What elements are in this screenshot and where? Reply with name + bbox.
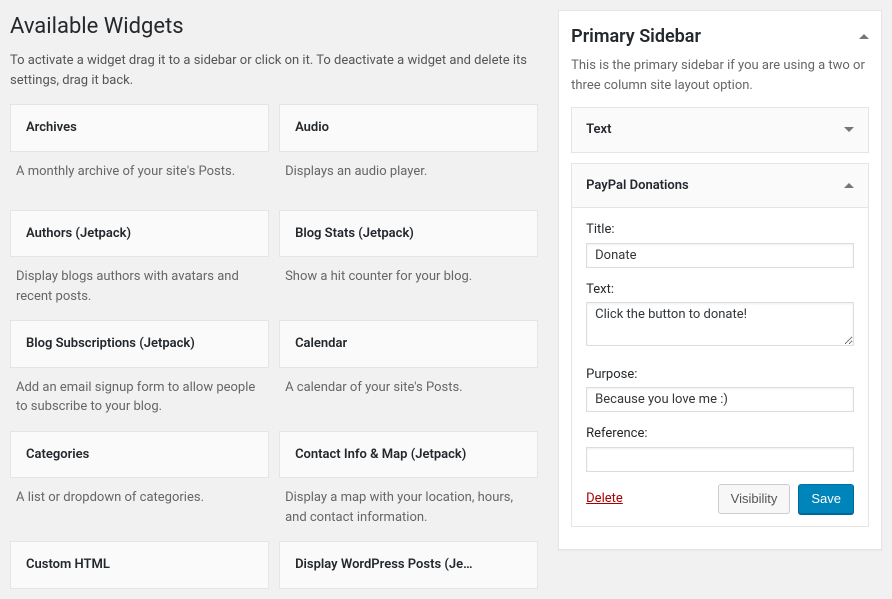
- widget-contact-info-map-jetpack[interactable]: Contact Info & Map (Jetpack): [279, 431, 538, 479]
- visibility-button[interactable]: Visibility: [718, 484, 791, 514]
- title-label: Title:: [586, 220, 854, 240]
- sidebar-widget-text-label: Text: [586, 120, 611, 140]
- widget-desc: A calendar of your site's Posts.: [279, 368, 538, 426]
- save-button[interactable]: Save: [798, 484, 854, 514]
- widget-display-wordpress-posts-jetpack[interactable]: Display WordPress Posts (Je…: [279, 541, 538, 589]
- widget-blog-stats-jetpack[interactable]: Blog Stats (Jetpack): [279, 210, 538, 258]
- widget-desc: Displays an audio player.: [279, 152, 538, 210]
- title-input[interactable]: [586, 243, 854, 268]
- widget-desc: A monthly archive of your site's Posts.: [10, 152, 269, 210]
- widget-audio[interactable]: Audio: [279, 104, 538, 152]
- chevron-up-icon: [844, 183, 854, 188]
- text-label: Text:: [586, 280, 854, 300]
- widget-categories[interactable]: Categories: [10, 431, 269, 479]
- widget-desc: Add an email signup form to allow people…: [10, 368, 269, 431]
- sidebar-widget-paypal-donations: PayPal Donations Title: Text: Purpose:: [571, 163, 869, 527]
- collapse-icon[interactable]: [859, 34, 869, 39]
- widget-blog-subscriptions-jetpack[interactable]: Blog Subscriptions (Jetpack): [10, 320, 269, 368]
- available-widgets-title: Available Widgets: [10, 10, 538, 43]
- reference-label: Reference:: [586, 424, 854, 444]
- chevron-down-icon: [844, 127, 854, 132]
- widget-archives[interactable]: Archives: [10, 104, 269, 152]
- widget-desc: Show a hit counter for your blog.: [279, 257, 538, 315]
- widget-authors-jetpack[interactable]: Authors (Jetpack): [10, 210, 269, 258]
- widget-calendar[interactable]: Calendar: [279, 320, 538, 368]
- sidebar-widget-paypal-toggle[interactable]: PayPal Donations: [572, 164, 868, 209]
- text-input[interactable]: [586, 302, 854, 346]
- purpose-input[interactable]: [586, 387, 854, 412]
- sidebar-widget-text[interactable]: Text: [571, 107, 869, 153]
- delete-link[interactable]: Delete: [586, 489, 623, 509]
- purpose-label: Purpose:: [586, 365, 854, 385]
- available-widgets-description: To activate a widget drag it to a sideba…: [10, 51, 538, 90]
- widget-desc: Display blogs authors with avatars and r…: [10, 257, 269, 320]
- widget-desc: A list or dropdown of categories.: [10, 478, 269, 536]
- primary-sidebar-title: Primary Sidebar: [571, 23, 701, 50]
- primary-sidebar-panel: Primary Sidebar This is the primary side…: [558, 10, 882, 550]
- reference-input[interactable]: [586, 447, 854, 472]
- sidebar-widget-paypal-label: PayPal Donations: [586, 176, 689, 196]
- widget-custom-html[interactable]: Custom HTML: [10, 541, 269, 589]
- primary-sidebar-description: This is the primary sidebar if you are u…: [571, 56, 869, 95]
- widget-desc: Display a map with your location, hours,…: [279, 478, 538, 541]
- available-widgets-grid: Archives A monthly archive of your site'…: [5, 104, 543, 589]
